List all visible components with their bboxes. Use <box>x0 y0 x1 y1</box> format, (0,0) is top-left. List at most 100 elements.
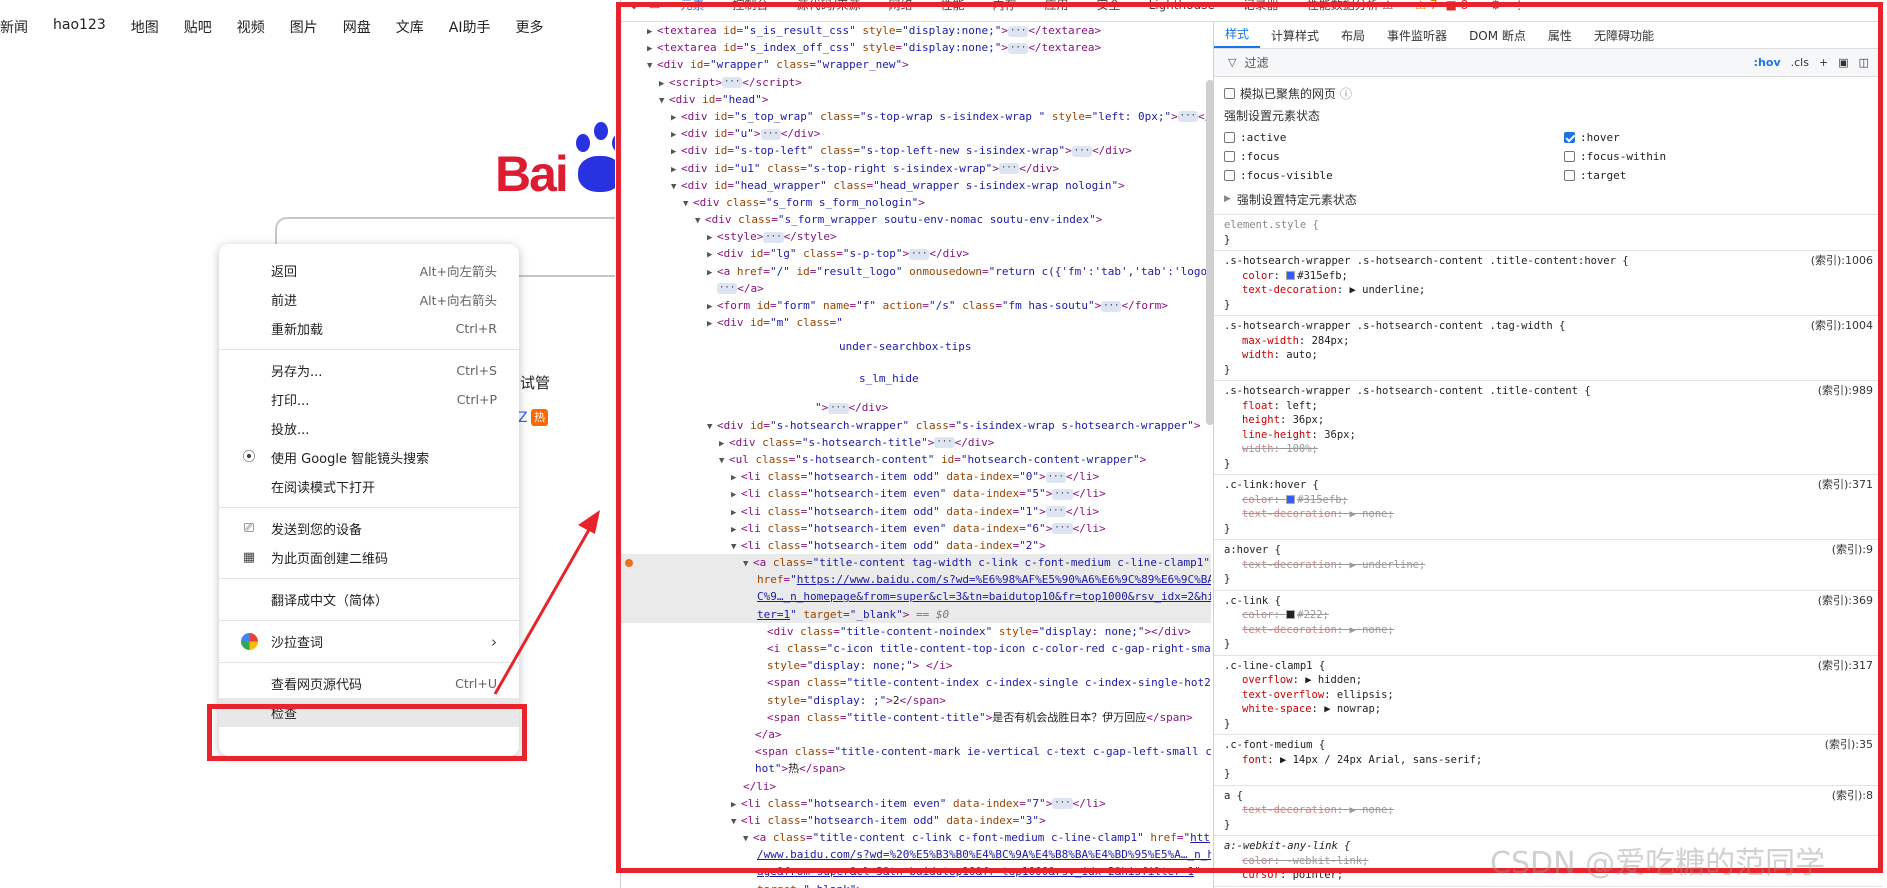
css-source-link[interactable]: (索引):8 <box>1832 789 1873 804</box>
nav-more[interactable]: 更多 <box>515 17 543 37</box>
tab-security[interactable]: 安全 <box>1083 0 1135 16</box>
css-source-link[interactable]: (索引):371 <box>1818 478 1873 493</box>
dom-node[interactable]: ▶ <style> ··· </style> <box>621 228 1211 245</box>
dom-node[interactable]: ▼ <div class="s_form s_form_nologin"> <box>621 194 1211 211</box>
more-menu-icon[interactable]: ⋮ <box>1507 0 1531 12</box>
dom-node[interactable]: ··· </a> <box>621 280 1211 297</box>
state-focus-visible[interactable]: :focus-visible <box>1224 166 1564 184</box>
tab-styles[interactable]: 样式 <box>1214 23 1261 48</box>
nav-tieba[interactable]: 贴吧 <box>184 17 212 37</box>
dom-node[interactable]: /www.baidu.com/s?wd=%20%E5%B3%B0%E4%BC%9… <box>621 846 1211 863</box>
emulate-focus-row[interactable]: 模拟已聚焦的网页 ⓘ <box>1224 84 1875 102</box>
error-icon[interactable]: ■ 8 <box>1446 0 1469 12</box>
dom-node[interactable]: <i class="c-icon title-content-top-icon … <box>621 640 1211 657</box>
nav-pan[interactable]: 网盘 <box>343 17 371 37</box>
nav-hao123[interactable]: hao123 <box>53 17 106 37</box>
hov-toggle[interactable]: :hov <box>1754 56 1781 69</box>
inspect-element-icon[interactable]: ⬉ <box>621 0 643 12</box>
dom-node[interactable]: target="_blank"> <box>621 881 1211 888</box>
state-active[interactable]: :active <box>1224 128 1564 146</box>
dom-node[interactable]: ▼ <div id="head"> <box>621 91 1211 108</box>
device-toolbar-icon[interactable]: ▭ <box>643 0 666 12</box>
menu-save-as[interactable]: 另存为... Ctrl+S <box>219 356 519 385</box>
menu-google-lens[interactable]: ⦿ 使用 Google 智能镜头搜索 <box>219 443 519 472</box>
dom-node[interactable]: ▶ <li class="hotsearch-item odd" data-ind… <box>621 503 1211 520</box>
nav-video[interactable]: 视频 <box>237 17 265 37</box>
nav-ai[interactable]: AI助手 <box>449 17 491 37</box>
dom-node[interactable]: ▼ <li class="hotsearch-item odd" data-ind… <box>621 537 1211 554</box>
menu-reload[interactable]: 重新加载 Ctrl+R <box>219 314 519 343</box>
dom-node[interactable]: <span class="title-content-title">是否有机会战… <box>621 709 1211 726</box>
css-source-link[interactable]: (索引):1006 <box>1811 254 1873 269</box>
dom-node[interactable]: ▶ <div id="s_top_wrap" class="s-top-wrap … <box>621 108 1211 125</box>
dom-node[interactable]: ▼ <a class="title-content c-link c-font-m… <box>621 829 1211 846</box>
tab-accessibility[interactable]: 无障碍功能 <box>1583 27 1665 44</box>
dom-node[interactable]: age&from=super&cl=3&tn=baidutop10&fr=top… <box>621 863 1211 880</box>
dom-node[interactable]: ▼ <ul class="s-hotsearch-content" id="hot… <box>621 451 1211 468</box>
dom-node[interactable]: <span class="title-content-mark ie-verti… <box>621 743 1211 760</box>
css-rule[interactable]: (索引):1006 .s-hotsearch-wrapper .s-hotsea… <box>1214 251 1883 316</box>
state-target[interactable]: :target <box>1564 166 1864 184</box>
css-rule[interactable]: (索引):989 .s-hotsearch-wrapper .s-hotsear… <box>1214 381 1883 475</box>
dom-node[interactable]: ▶ <a href="/" id="result_logo" onmousedow… <box>621 263 1211 280</box>
tab-computed[interactable]: 计算样式 <box>1260 27 1330 44</box>
css-source-link[interactable]: (索引):369 <box>1818 594 1873 609</box>
css-source-link[interactable]: (索引):35 <box>1825 738 1873 753</box>
css-source-link[interactable]: (索引):9 <box>1832 543 1873 558</box>
dom-node[interactable]: ▶ <li class="hotsearch-item even" data-in… <box>621 485 1211 502</box>
dom-node[interactable]: "> ··· </div> <box>621 399 1211 416</box>
dom-node[interactable]: <div class="title-content-noindex" style… <box>621 623 1211 640</box>
dom-node[interactable]: style="display: ;">2</span> <box>621 692 1211 709</box>
tab-network[interactable]: 网络 <box>874 0 926 16</box>
dom-node-selected[interactable]: ter=1" target="_blank"> == $0 <box>621 605 1211 623</box>
nav-image[interactable]: 图片 <box>290 17 318 37</box>
dom-node[interactable]: ▼ <li class="hotsearch-item odd" data-ind… <box>621 812 1211 829</box>
css-rule[interactable]: (索引):9 a:hover { text-decoration: ▶ unde… <box>1214 540 1883 591</box>
tab-application[interactable]: 应用 <box>1031 0 1083 16</box>
tab-sources[interactable]: 源代码/来源 <box>782 0 874 16</box>
dom-node[interactable]: ▼ <div id="head_wrapper" class="head_wrap… <box>621 177 1211 194</box>
dom-node[interactable]: ▶ <li class="hotsearch-item even" data-in… <box>621 795 1211 812</box>
warning-icon[interactable]: ⚠ 7 <box>1415 0 1437 12</box>
dom-node[interactable]: ▶ <textarea id="s_index_off_css" style="d… <box>621 39 1211 56</box>
gear-icon[interactable]: ⚙ <box>1484 0 1507 12</box>
state-focus-within[interactable]: :focus-within <box>1564 147 1864 165</box>
menu-translate[interactable]: 翻译成中文（简体） <box>219 585 519 614</box>
css-source-link[interactable]: (索引):1004 <box>1811 319 1873 334</box>
menu-salad-dict[interactable]: 沙拉查词 › <box>219 627 519 656</box>
css-rule[interactable]: (索引):371 .c-link:hover { color: #315efb;… <box>1214 475 1883 540</box>
css-rule[interactable]: (索引):35 .c-font-medium { font: ▶ 14px / … <box>1214 735 1883 786</box>
dom-node-selected[interactable]: href="https://www.baidu.com/s?wd=%E6%98%… <box>621 571 1211 589</box>
nav-map[interactable]: 地图 <box>131 17 159 37</box>
css-source-link[interactable]: (索引):989 <box>1818 384 1873 399</box>
emulate-focus-checkbox[interactable] <box>1224 87 1235 99</box>
dom-node[interactable]: ▼ <div id="s-hotsearch-wrapper" class="s-… <box>621 417 1211 434</box>
menu-create-qr[interactable]: ▦ 为此页面创建二维码 <box>219 543 519 572</box>
new-rule-button[interactable]: + <box>1819 56 1828 69</box>
css-rule[interactable]: (索引):369 .c-link { color: #222; text-dec… <box>1214 591 1883 656</box>
dom-node[interactable]: style="display: none;"> </i> <box>621 657 1211 674</box>
menu-send-to-device[interactable]: ⎚ 发送到您的设备 <box>219 514 519 543</box>
sidebar-toggle-icon[interactable]: ◫ <box>1859 56 1869 69</box>
dom-node[interactable]: ▶ <div id="u"> ··· </div> <box>621 125 1211 142</box>
dom-node[interactable]: ▶ <li class="hotsearch-item odd" data-ind… <box>621 468 1211 485</box>
dom-node[interactable]: ▶ <script> ··· </script> <box>621 74 1211 91</box>
dom-node[interactable]: ▶ <div id="lg" class="s-p-top"> ··· </div> <box>621 245 1211 262</box>
force-specific-state[interactable]: ▶ 强制设置特定元素状态 <box>1224 190 1875 208</box>
dom-node[interactable]: ▶ <div id="u1" class="s-top-right s-isind… <box>621 160 1211 177</box>
tab-lighthouse[interactable]: Lighthouse <box>1135 0 1229 16</box>
help-icon[interactable]: ⓘ <box>1340 85 1352 102</box>
dom-node-selected[interactable]: ▼ <a class="title-content tag-width c-lin… <box>621 554 1211 572</box>
dom-node[interactable]: ▶ <div id="s-top-left" class="s-top-left-… <box>621 142 1211 159</box>
css-rule[interactable]: (索引):8 a { text-decoration: ▶ none; } <box>1214 786 1883 836</box>
dom-node[interactable]: </li> <box>621 778 1211 795</box>
tab-memory[interactable]: 内存 <box>979 0 1031 16</box>
paint-icon[interactable]: ▣ <box>1838 56 1848 69</box>
tab-dom-breakpoints[interactable]: DOM 断点 <box>1458 27 1537 44</box>
menu-view-source[interactable]: 查看网页源代码 Ctrl+U <box>219 669 519 698</box>
dom-node[interactable]: ▶ <div class="s-hotsearch-title"> ··· </div… <box>621 434 1211 451</box>
css-rule[interactable]: (索引):317 .c-line-clamp1 { overflow: ▶ hi… <box>1214 656 1883 735</box>
elements-tree[interactable]: ▶ <textarea id="s_is_result_css" style="d… <box>621 22 1211 888</box>
tab-layout[interactable]: 布局 <box>1330 27 1376 44</box>
menu-forward[interactable]: 前进 Alt+向右箭头 <box>219 285 519 314</box>
